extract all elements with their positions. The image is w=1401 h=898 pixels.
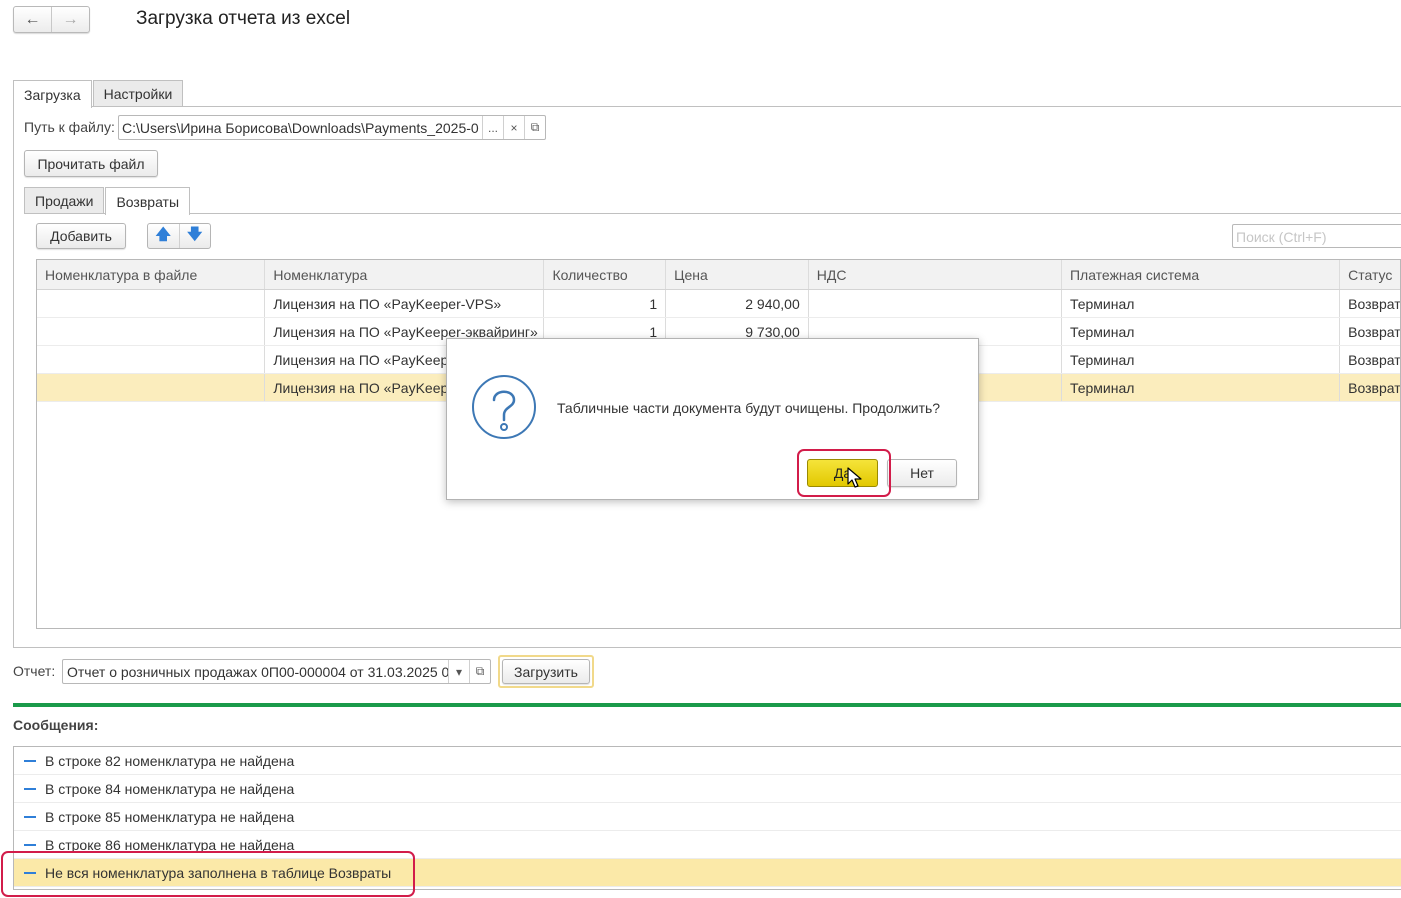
report-field: Отчет о розничных продажах 0П00-000004 о… <box>62 659 491 684</box>
table-cell: Терминал <box>1062 318 1341 345</box>
tab-sales[interactable]: Продажи <box>24 187 105 214</box>
table-cell <box>37 290 266 317</box>
table-cell <box>37 346 266 373</box>
message-item[interactable]: В строке 85 номенклатура не найдена <box>14 803 1401 831</box>
dropdown-icon[interactable]: ▾ <box>448 660 469 683</box>
file-path-field: ... × ⧉ <box>118 115 546 140</box>
column-header[interactable]: Цена <box>666 260 809 289</box>
panel-border-bottom <box>13 647 1401 648</box>
clear-icon[interactable]: × <box>503 116 524 139</box>
subtabs-divider <box>24 213 1401 214</box>
search-input[interactable]: Поиск (Ctrl+F) <box>1232 224 1401 248</box>
add-button[interactable]: Добавить <box>36 223 126 249</box>
table-cell: Терминал <box>1062 374 1341 401</box>
file-path-label: Путь к файлу: <box>24 119 115 135</box>
table-cell: Возврат <box>1348 379 1400 396</box>
back-arrow-icon[interactable]: ← <box>14 7 51 32</box>
read-file-button[interactable]: Прочитать файл <box>24 150 158 177</box>
table-cell: 1 <box>544 290 667 317</box>
dash-icon <box>24 815 36 818</box>
dash-icon <box>24 787 36 790</box>
document-tabs: Продажи Возвраты <box>24 187 191 215</box>
table-cell: Терминал <box>1062 290 1341 317</box>
dialog-message: Табличные части документа будут очищены.… <box>557 400 941 416</box>
no-button[interactable]: Нет <box>887 459 957 487</box>
highlight-outline <box>797 449 891 497</box>
table-cell: Возврат <box>1348 295 1400 312</box>
table-cell: Терминал <box>1062 346 1341 373</box>
main-tabs: Загрузка Настройки <box>13 80 184 108</box>
table-cell <box>37 318 266 345</box>
move-up-icon[interactable]: 🡅 <box>148 224 179 248</box>
message-text: В строке 84 номенклатура не найдена <box>45 780 295 797</box>
column-header[interactable]: Статус <box>1340 260 1400 289</box>
message-item[interactable]: В строке 84 номенклатура не найдена <box>14 775 1401 803</box>
messages-title: Сообщения: <box>13 717 99 733</box>
column-header[interactable]: Платежная система <box>1062 260 1341 289</box>
column-header[interactable]: Номенклатура <box>265 260 545 289</box>
table-cell <box>37 374 266 401</box>
table-header: Номенклатура в файле Номенклатура Количе… <box>37 260 1400 290</box>
dash-icon <box>24 759 36 762</box>
highlight-outline <box>1 851 415 897</box>
window-title: Загрузка отчета из excel <box>136 8 351 29</box>
section-divider <box>13 703 1401 707</box>
dash-icon <box>24 843 36 846</box>
tab-settings[interactable]: Настройки <box>92 80 184 107</box>
column-header[interactable]: Количество <box>544 260 667 289</box>
question-icon <box>472 375 536 439</box>
forward-arrow-icon[interactable]: → <box>51 7 89 32</box>
open-icon[interactable]: ⧉ <box>469 660 490 683</box>
message-text: В строке 85 номенклатура не найдена <box>45 808 295 825</box>
confirm-dialog: Табличные части документа будут очищены.… <box>446 338 979 500</box>
load-button-focus: Загрузить <box>498 655 594 688</box>
move-down-icon[interactable]: 🡇 <box>178 224 211 248</box>
table-cell: Возврат <box>1348 351 1400 368</box>
browse-button[interactable]: ... <box>482 116 503 139</box>
tab-returns[interactable]: Возвраты <box>105 187 191 215</box>
table-cell: Лицензия на ПО «PayKeeper-VPS» <box>265 290 545 317</box>
table-cell: 2 940,00 <box>666 290 809 317</box>
column-header[interactable]: НДС <box>809 260 1062 289</box>
tabs-divider <box>13 106 1401 107</box>
message-item[interactable]: В строке 82 номенклатура не найдена <box>14 747 1401 775</box>
panel-border-left <box>13 106 14 648</box>
move-buttons: 🡅 🡇 <box>147 223 211 249</box>
message-text: В строке 82 номенклатура не найдена <box>45 752 295 769</box>
load-button[interactable]: Загрузить <box>502 659 590 684</box>
nav-buttons: ← → <box>13 6 90 33</box>
tab-upload[interactable]: Загрузка <box>13 80 92 108</box>
column-header[interactable]: Номенклатура в файле <box>37 260 266 289</box>
table-row[interactable]: Лицензия на ПО «PayKeeper-VPS» 1 2 940,0… <box>37 290 1400 318</box>
file-path-input[interactable] <box>119 116 482 139</box>
cursor-icon <box>847 467 862 488</box>
table-cell: Возврат <box>1348 323 1400 340</box>
report-value[interactable]: Отчет о розничных продажах 0П00-000004 о… <box>63 660 448 683</box>
report-label: Отчет: <box>13 663 56 679</box>
table-cell <box>809 290 1062 317</box>
open-icon[interactable]: ⧉ <box>524 116 545 139</box>
